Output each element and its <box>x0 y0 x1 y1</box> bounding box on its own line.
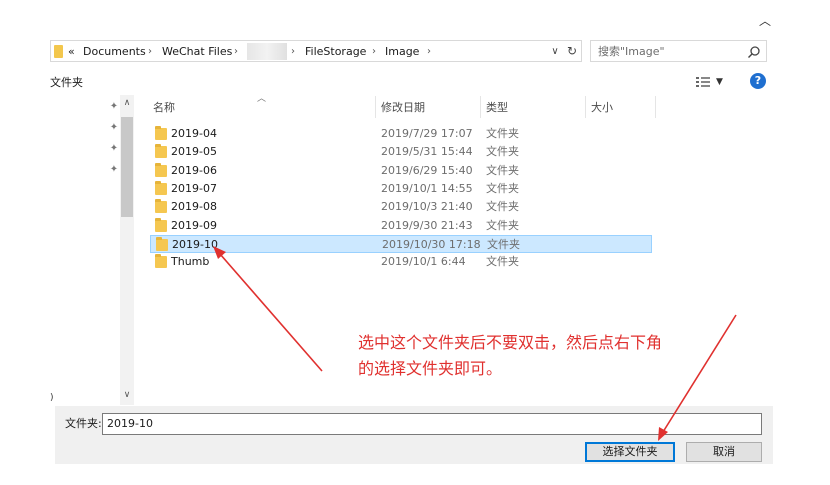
folder-icon <box>155 199 167 214</box>
file-type: 文件夹 <box>486 200 519 214</box>
breadcrumb-chevron-icon[interactable]: › <box>372 44 376 60</box>
redacted-breadcrumb[interactable] <box>247 43 287 60</box>
breadcrumb-documents[interactable]: Documents <box>83 44 146 60</box>
column-divider[interactable] <box>655 96 656 118</box>
nav-scrollbar[interactable]: ∧ ∨ <box>120 95 134 405</box>
cancel-button[interactable]: 取消 <box>686 442 762 462</box>
file-row[interactable]: 2019-07 2019/10/1 14:55 文件夹 <box>150 180 652 198</box>
file-type: 文件夹 <box>486 127 519 140</box>
file-name: 2019-06 <box>171 163 217 177</box>
toolbar-new-folder-label[interactable]: 文件夹 <box>50 75 83 91</box>
navigation-pane[interactable]: ✦ ✦ ✦ ✦ ∧ ∨ ) <box>50 95 135 405</box>
file-name: 2019-10 <box>172 237 218 251</box>
folder-icon <box>54 45 63 58</box>
file-modified: 2019/10/3 21:40 <box>381 200 473 214</box>
file-name: 2019-08 <box>171 200 217 214</box>
collapse-chevron-icon[interactable]: ︿ <box>758 14 772 28</box>
search-placeholder: 搜索"Image" <box>598 45 665 58</box>
file-modified: 2019/9/30 21:43 <box>381 218 473 232</box>
file-modified: 2019/10/1 6:44 <box>381 255 466 269</box>
file-type: 文件夹 <box>486 181 519 195</box>
annotation-line-1: 选中这个文件夹后不要双击，然后点右下角 <box>358 333 663 352</box>
file-modified: 2019/6/29 15:40 <box>381 163 473 177</box>
file-row[interactable]: 2019-09 2019/9/30 21:43 文件夹 <box>150 217 652 235</box>
annotation-line-2: 的选择文件夹即可。 <box>358 359 503 378</box>
breadcrumb-chevron-icon[interactable]: › <box>234 44 238 60</box>
breadcrumb-image[interactable]: Image <box>385 44 419 60</box>
column-divider[interactable] <box>480 96 481 118</box>
breadcrumb-wechat-files[interactable]: WeChat Files <box>162 44 232 60</box>
file-name: 2019-05 <box>171 145 217 159</box>
breadcrumb-overflow[interactable]: « <box>68 44 75 60</box>
folder-icon <box>155 254 167 269</box>
file-row[interactable]: Thumb 2019/10/1 6:44 文件夹 <box>150 253 652 271</box>
file-type: 文件夹 <box>487 237 520 251</box>
folder-icon <box>155 217 167 232</box>
address-bar[interactable]: « Documents › WeChat Files › › FileStora… <box>50 40 582 62</box>
search-input[interactable]: 搜索"Image" <box>590 40 767 62</box>
file-modified: 2019/5/31 15:44 <box>381 145 473 159</box>
annotation-note: 选中这个文件夹后不要双击，然后点右下角 的选择文件夹即可。 <box>358 330 778 382</box>
file-type: 文件夹 <box>486 255 519 269</box>
file-modified: 2019/7/29 17:07 <box>381 127 473 140</box>
scroll-down-icon[interactable]: ∨ <box>121 389 133 401</box>
file-type: 文件夹 <box>486 218 519 232</box>
nav-item-fragment[interactable]: ) <box>50 393 54 403</box>
refresh-icon[interactable]: ↻ <box>565 43 579 59</box>
folder-icon <box>155 144 167 159</box>
address-dropdown-icon[interactable]: ∨ <box>549 44 561 60</box>
select-folder-button[interactable]: 选择文件夹 <box>585 442 675 462</box>
folder-field-label: 文件夹: <box>65 417 102 430</box>
dialog-footer: 文件夹: 2019-10 选择文件夹 取消 <box>55 406 773 464</box>
breadcrumb-chevron-icon[interactable]: › <box>427 44 431 60</box>
scrollbar-thumb[interactable] <box>121 117 133 217</box>
file-name: 2019-09 <box>171 218 217 232</box>
file-modified: 2019/10/1 14:55 <box>381 181 473 195</box>
pin-icon[interactable]: ✦ <box>108 143 120 155</box>
file-row[interactable]: 2019-04 2019/7/29 17:07 文件夹 <box>150 125 652 143</box>
folder-icon <box>156 236 168 251</box>
file-type: 文件夹 <box>486 145 519 159</box>
file-name: Thumb <box>171 255 210 269</box>
breadcrumb-filestorage[interactable]: FileStorage <box>305 44 366 60</box>
file-row[interactable]: 2019-05 2019/5/31 15:44 文件夹 <box>150 143 652 161</box>
breadcrumb-chevron-icon[interactable]: › <box>291 44 295 60</box>
column-header-modified[interactable]: 修改日期 <box>381 100 425 116</box>
file-type: 文件夹 <box>486 163 519 177</box>
sort-ascending-icon: ︿ <box>257 94 267 104</box>
view-options-icon[interactable] <box>695 75 711 89</box>
file-name: 2019-07 <box>171 181 217 195</box>
pin-icon[interactable]: ✦ <box>108 101 120 113</box>
folder-icon <box>155 126 167 140</box>
view-dropdown-icon[interactable]: ▼ <box>716 74 723 90</box>
pin-icon[interactable]: ✦ <box>108 122 120 134</box>
column-header-size[interactable]: 大小 <box>591 100 613 116</box>
file-row-selected[interactable]: 2019-10 2019/10/30 17:18 文件夹 <box>150 234 652 253</box>
file-row[interactable]: 2019-06 2019/6/29 15:40 文件夹 <box>150 162 652 180</box>
file-modified: 2019/10/30 17:18 <box>382 237 481 251</box>
pin-icon[interactable]: ✦ <box>108 164 120 176</box>
help-icon[interactable]: ? <box>750 73 766 89</box>
folder-icon <box>155 180 167 195</box>
column-divider[interactable] <box>585 96 586 118</box>
file-name: 2019-04 <box>171 127 217 140</box>
scroll-up-icon[interactable]: ∧ <box>121 97 133 109</box>
column-divider[interactable] <box>375 96 376 118</box>
annotation-arrow-to-folder <box>219 253 323 372</box>
column-header-name[interactable]: 名称 <box>153 100 175 116</box>
breadcrumb-chevron-icon[interactable]: › <box>148 44 152 60</box>
search-icon[interactable] <box>747 45 761 59</box>
file-row[interactable]: 2019-08 2019/10/3 21:40 文件夹 <box>150 198 652 216</box>
column-header-type[interactable]: 类型 <box>486 100 508 116</box>
folder-name-input[interactable]: 2019-10 <box>102 413 762 435</box>
folder-icon <box>155 162 167 177</box>
